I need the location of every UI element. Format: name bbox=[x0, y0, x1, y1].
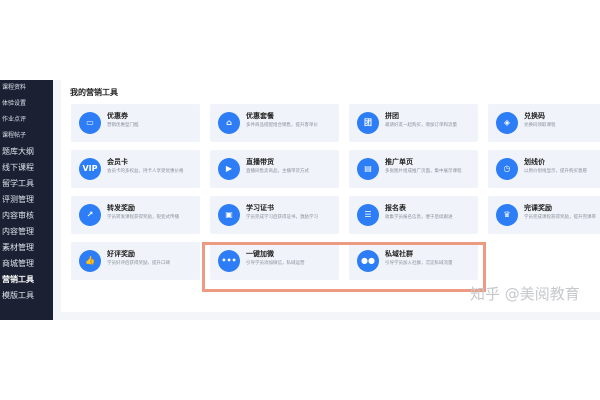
tool-description: 兑换码领取课程 bbox=[524, 123, 556, 128]
tool-description: 邀请好友一起购买，增加订单和流量 bbox=[385, 123, 457, 128]
tool-name: 完课奖励 bbox=[524, 204, 552, 212]
page-title: 我的营销工具 bbox=[70, 88, 118, 97]
sidebar-item[interactable]: 留学工具 bbox=[0, 176, 53, 192]
thumbs-up-icon: 👍 bbox=[79, 250, 101, 272]
highlight-box bbox=[202, 242, 486, 292]
tool-description: 学员转发课程获得奖励，裂变式传播 bbox=[107, 215, 179, 220]
tool-name: 划线价 bbox=[524, 158, 545, 166]
watermark: 知乎 @美阅教育 bbox=[470, 285, 580, 303]
tool-name: 好评奖励 bbox=[107, 250, 135, 258]
share-icon: ↗ bbox=[79, 204, 101, 226]
basket-icon: ⌂ bbox=[218, 112, 240, 134]
sidebar-item[interactable]: 体验设置 bbox=[0, 96, 53, 112]
sidebar-item[interactable]: 素材管理 bbox=[0, 240, 53, 256]
tool-description: 学员完成课程获得奖励，提升完课率 bbox=[524, 215, 596, 220]
trophy-icon: ♛ bbox=[496, 204, 518, 226]
tool-name: 报名表 bbox=[385, 204, 406, 212]
group-icon: 团 bbox=[357, 112, 379, 134]
sidebar-item[interactable]: 作业点评 bbox=[0, 112, 53, 128]
form-icon: ☰ bbox=[357, 204, 379, 226]
tool-description: 学员好评后获得奖励，提升口碑 bbox=[107, 261, 170, 266]
sidebar-item[interactable]: 内容管理 bbox=[0, 224, 53, 240]
tool-description: 会员卡的多权益，持卡人享受优惠价格 bbox=[107, 169, 184, 174]
tool-card[interactable]: 团拼团邀请好友一起购买，增加订单和流量 bbox=[349, 104, 478, 142]
tool-card[interactable]: ◷ 划线价以原价划线显示，提升购买意愿 bbox=[488, 150, 600, 188]
live-icon: ▶ bbox=[218, 158, 240, 180]
vip-icon: VIP bbox=[79, 158, 101, 180]
tool-description: 多件商品搭配组合销售，提升客单价 bbox=[246, 123, 318, 128]
tool-card[interactable]: ♛ 完课奖励学员完成课程获得奖励，提升完课率 bbox=[488, 196, 600, 234]
sidebar-item[interactable]: 线下课程 bbox=[0, 160, 53, 176]
sidebar-item[interactable]: 课程帖子 bbox=[0, 128, 53, 144]
tool-card[interactable]: ▣ 学习证书学员完成学习后获得证书，激励学习 bbox=[210, 196, 339, 234]
page-icon: ▤ bbox=[357, 158, 379, 180]
tool-name: 直播带货 bbox=[246, 158, 274, 166]
ticket-icon: ▭ bbox=[79, 112, 101, 134]
tool-description: 营销优惠型门槛 bbox=[107, 123, 139, 128]
certificate-icon: ▣ bbox=[218, 204, 240, 226]
tool-description: 以原价划线显示，提升购买意愿 bbox=[524, 169, 587, 174]
tool-card[interactable]: ↗ 转发奖励学员转发课程获得奖励，裂变式传播 bbox=[71, 196, 200, 234]
sidebar-item[interactable]: 商城管理 bbox=[0, 256, 53, 272]
tool-name: 会员卡 bbox=[107, 158, 128, 166]
sidebar-item[interactable]: 内容审核 bbox=[0, 208, 53, 224]
tool-card[interactable]: ⌂ 优惠套餐多件商品搭配组合销售，提升客单价 bbox=[210, 104, 339, 142]
sidebar-item[interactable]: 题库大纲 bbox=[0, 144, 53, 160]
tool-card[interactable]: ▶ 直播带货直播间售卖商品，主播带货方式 bbox=[210, 150, 339, 188]
tool-card[interactable]: ▭ 优惠券营销优惠型门槛 bbox=[71, 104, 200, 142]
tool-card[interactable]: VIP 会员卡会员卡的多权益，持卡人享受优惠价格 bbox=[71, 150, 200, 188]
tool-name: 转发奖励 bbox=[107, 204, 135, 212]
tool-card[interactable]: 👍 好评奖励学员好评后获得奖励，提升口碑 bbox=[71, 242, 200, 280]
tool-card[interactable]: ◈ 兑换码兑换码领取课程 bbox=[488, 104, 600, 142]
tool-name: 优惠券 bbox=[107, 112, 128, 120]
sidebar-item[interactable]: 营销工具 bbox=[0, 272, 53, 288]
tool-description: 直播间售卖商品，主播带货方式 bbox=[246, 169, 309, 174]
tool-name: 兑换码 bbox=[524, 112, 545, 120]
sidebar-item[interactable]: 课程资料 bbox=[0, 80, 53, 96]
tool-description: 多张图片组成推广页面，集中展示课程 bbox=[385, 169, 462, 174]
tool-name: 学习证书 bbox=[246, 204, 274, 212]
tool-name: 优惠套餐 bbox=[246, 112, 274, 120]
tool-description: 收集学员报名信息，便于后续跟进 bbox=[385, 215, 453, 220]
tool-description: 学员完成学习后获得证书，激励学习 bbox=[246, 215, 318, 220]
sidebar-item[interactable]: 模版工具 bbox=[0, 288, 53, 304]
tag-icon: ◈ bbox=[496, 112, 518, 134]
tool-name: 拼团 bbox=[385, 112, 399, 120]
tool-card[interactable]: ☰ 报名表收集学员报名信息，便于后续跟进 bbox=[349, 196, 478, 234]
sidebar-item[interactable]: 评测管理 bbox=[0, 192, 53, 208]
clock-icon: ◷ bbox=[496, 158, 518, 180]
tool-card[interactable]: ▤ 推广单页多张图片组成推广页面，集中展示课程 bbox=[349, 150, 478, 188]
tool-name: 推广单页 bbox=[385, 158, 413, 166]
sidebar: 课程资料 体验设置 作业点评 课程帖子 题库大纲 线下课程 留学工具 评测管理 内容审核 内容管理… bbox=[0, 80, 53, 320]
